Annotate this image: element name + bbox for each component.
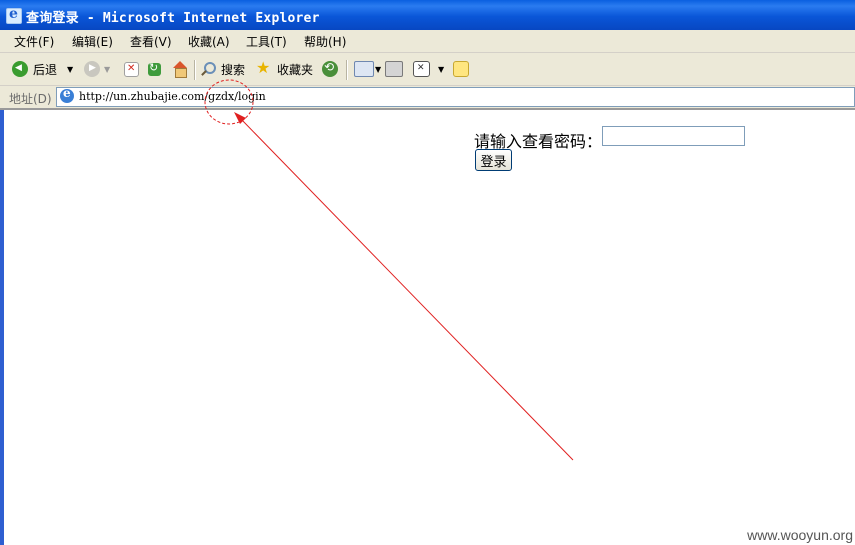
discuss-button[interactable] (453, 58, 469, 80)
standard-toolbar: 后退 ▼ ▼ 搜索 收藏夹 ▼ ▼ (0, 53, 855, 86)
login-button[interactable]: 登录 (475, 149, 512, 171)
page-icon (60, 86, 74, 103)
edit-icon (413, 61, 430, 77)
forward-dropdown-icon[interactable]: ▼ (104, 65, 110, 74)
mail-icon (354, 61, 374, 77)
refresh-button[interactable] (148, 58, 161, 80)
window-title: 查询登录 - Microsoft Internet Explorer (26, 11, 320, 26)
watermark: www.wooyun.org (747, 527, 853, 543)
back-dropdown-icon[interactable]: ▼ (67, 65, 73, 74)
menu-view[interactable]: 查看(V) (130, 33, 172, 50)
menu-bar: 文件(F) 编辑(E) 查看(V) 收藏(A) 工具(T) 帮助(H) (0, 30, 855, 53)
window-title-bar: 查询登录 - Microsoft Internet Explorer (0, 0, 855, 30)
edit-dropdown-icon[interactable]: ▼ (438, 65, 444, 74)
note-icon (453, 61, 469, 77)
toolbar-separator (346, 60, 348, 80)
favorites-star-icon (256, 58, 272, 77)
print-button[interactable] (385, 58, 403, 80)
refresh-icon (148, 61, 161, 76)
mail-button[interactable]: ▼ (354, 58, 381, 80)
home-button[interactable] (172, 58, 188, 80)
forward-button[interactable]: ▼ (84, 58, 110, 80)
page-content (0, 110, 855, 545)
stop-icon (124, 61, 139, 77)
back-label: 后退 (33, 62, 58, 77)
favorites-button[interactable]: 收藏夹 (256, 58, 313, 80)
address-input[interactable]: http://un.zhubajie.com/gzdx/login (56, 86, 855, 107)
search-icon (200, 61, 216, 77)
home-icon (172, 61, 188, 78)
menu-favorites[interactable]: 收藏(A) (188, 33, 230, 50)
address-url[interactable]: http://un.zhubajie.com/gzdx/login (79, 90, 266, 103)
address-label: 地址(D) (9, 92, 52, 106)
forward-arrow-icon (84, 61, 100, 77)
search-button[interactable]: 搜索 (200, 58, 245, 80)
menu-edit[interactable]: 编辑(E) (72, 33, 113, 50)
back-button[interactable]: 后退 ▼ (12, 58, 73, 80)
menu-tools[interactable]: 工具(T) (246, 33, 287, 50)
print-icon (385, 61, 403, 77)
mail-dropdown-icon[interactable]: ▼ (375, 65, 381, 74)
edit-button[interactable]: ▼ (413, 58, 444, 80)
ie-app-icon (6, 6, 22, 24)
back-arrow-icon (12, 61, 28, 77)
menu-file[interactable]: 文件(F) (14, 33, 54, 50)
stop-button[interactable] (124, 58, 139, 80)
favorites-label: 收藏夹 (277, 62, 314, 77)
search-label: 搜索 (221, 62, 246, 77)
menu-help[interactable]: 帮助(H) (304, 33, 346, 50)
address-bar: 地址(D) http://un.zhubajie.com/gzdx/login (0, 86, 855, 110)
history-icon (322, 60, 338, 77)
toolbar-separator (194, 60, 196, 80)
history-button[interactable] (322, 58, 338, 80)
password-input[interactable] (602, 126, 745, 146)
